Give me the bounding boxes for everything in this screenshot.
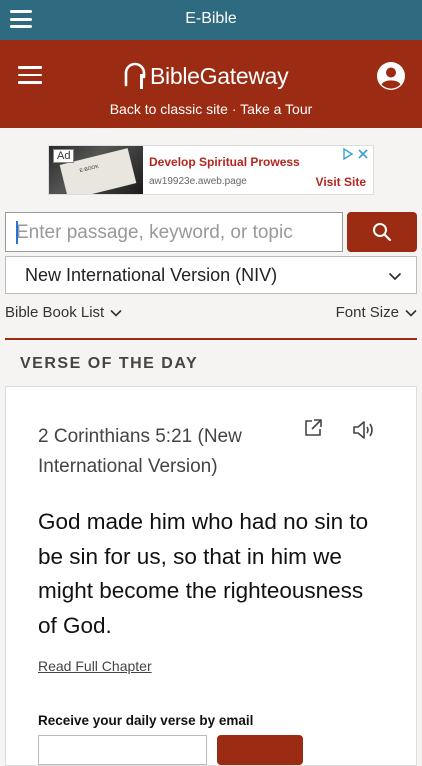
link-separator: · — [227, 101, 241, 117]
text-caret — [16, 221, 18, 244]
adchoices-icon[interactable] — [341, 147, 371, 161]
chevron-down-icon — [110, 309, 122, 317]
verse-reference[interactable]: 2 Corinthians 5:21 (New International Ve… — [38, 422, 288, 482]
email-field[interactable] — [38, 735, 207, 765]
logo-text-bible: Bible — [150, 62, 200, 89]
verse-of-the-day-heading: VERSE OF THE DAY — [20, 355, 199, 372]
section-divider — [5, 338, 417, 340]
ad-badge: Ad — [53, 149, 75, 163]
verse-text: God made him who had no sin to be sin fo… — [38, 509, 369, 638]
search-button[interactable] — [347, 212, 417, 252]
chevron-down-icon — [405, 309, 417, 317]
classic-site-link[interactable]: Back to classic site — [110, 101, 228, 117]
take-tour-link[interactable]: Take a Tour — [240, 101, 312, 117]
header-links: Back to classic site · Take a Tour — [0, 101, 422, 117]
logo-mark-icon — [124, 62, 146, 89]
bible-book-list-label: Bible Book List — [5, 304, 105, 321]
app-title: E-Bible — [185, 10, 237, 27]
search-icon — [373, 223, 392, 242]
app-bar: E-Bible — [0, 0, 422, 40]
biblegateway-logo[interactable]: BibleGateway — [122, 60, 289, 92]
ad-headline[interactable]: Develop Spiritual Prowess — [149, 155, 300, 169]
font-size-toggle[interactable]: Font Size — [336, 304, 417, 321]
ad-visit-button[interactable]: Visit Site — [316, 175, 366, 189]
font-size-label: Font Size — [335, 304, 399, 321]
ad-domain: aw19923e.aweb.page — [149, 176, 247, 187]
search-placeholder: Enter passage, keyword, or topic — [16, 222, 293, 243]
bible-book-list-toggle[interactable]: Bible Book List — [5, 304, 122, 321]
ad-image-caption: E-BOOK — [79, 163, 100, 175]
account-icon[interactable] — [376, 61, 406, 91]
subnav: Bible Book List Font Size — [5, 304, 417, 326]
read-full-chapter-link[interactable]: Read Full Chapter — [38, 658, 152, 674]
site-menu-icon[interactable] — [18, 66, 42, 84]
version-selected-value: New International Version (NIV) — [25, 265, 278, 285]
daily-verse-email-label: Receive your daily verse by email — [38, 713, 254, 728]
logo-text-gateway: Gateway — [199, 62, 289, 89]
external-link-icon[interactable] — [303, 418, 323, 438]
search-input[interactable]: Enter passage, keyword, or topic — [5, 212, 343, 252]
chevron-down-icon — [388, 272, 402, 281]
version-select[interactable]: New International Version (NIV) — [5, 256, 417, 294]
speaker-icon[interactable] — [352, 420, 378, 440]
ad-banner[interactable]: E-BOOK Ad Develop Spiritual Prowess aw19… — [48, 145, 374, 195]
verse-of-the-day-card: 2 Corinthians 5:21 (New International Ve… — [5, 386, 417, 766]
email-submit-button[interactable] — [217, 735, 303, 765]
site-header: BibleGateway Back to classic site · Take… — [0, 40, 422, 128]
